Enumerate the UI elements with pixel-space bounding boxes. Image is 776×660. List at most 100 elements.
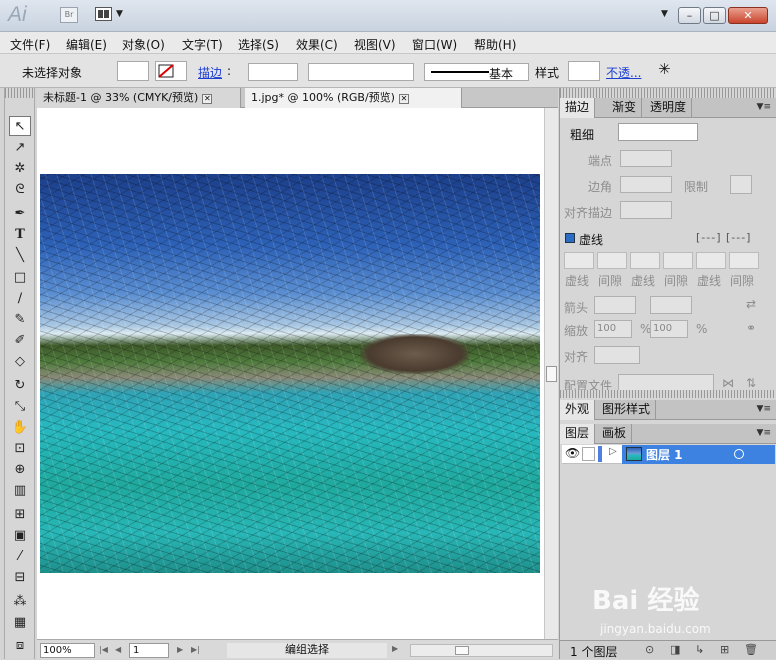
end-arrow-select[interactable] (650, 296, 692, 314)
pen-tool-icon[interactable]: ✒ (9, 204, 31, 224)
panel-menu-icon[interactable]: ▼≡ (757, 428, 771, 438)
limit-field[interactable] (730, 175, 752, 194)
tab-transparency[interactable]: 透明度 (645, 98, 693, 118)
paintbrush-tool-icon[interactable]: ∕ (9, 289, 31, 309)
type-tool-icon[interactable]: T (9, 225, 31, 245)
tab-appearance[interactable]: 外观 (560, 400, 596, 420)
expand-arrow-icon[interactable]: ▷ (609, 446, 617, 457)
close-icon[interactable]: ✕ (202, 94, 213, 104)
first-artboard-icon[interactable]: |◀ (99, 645, 108, 654)
dash-field-1[interactable] (564, 252, 594, 269)
last-artboard-icon[interactable]: ▶| (191, 645, 200, 654)
corner-buttons[interactable] (620, 176, 672, 193)
artboard-tool-icon[interactable]: ⧈ (9, 636, 31, 656)
horizontal-scroll-thumb[interactable] (455, 646, 469, 655)
mesh-tool-icon[interactable]: ⊞ (9, 505, 31, 525)
free-transform-tool-icon[interactable]: ⊡ (9, 439, 31, 459)
arrange-documents-icon[interactable] (95, 7, 112, 21)
delete-layer-icon[interactable]: 🗑 (744, 643, 758, 656)
menu-edit[interactable]: 编辑(E) (66, 36, 107, 53)
gradient-tool-icon[interactable]: ▣ (9, 526, 31, 546)
status-menu[interactable]: 编组选择 (227, 643, 387, 658)
artboard-number-select[interactable]: 1 (129, 643, 169, 658)
layer-name[interactable]: 图层 1 (646, 446, 683, 463)
artboard-canvas[interactable] (37, 108, 544, 639)
tab-gradient[interactable]: 渐变 (607, 98, 643, 118)
locate-object-icon[interactable]: ⊙ (645, 643, 654, 656)
new-sublayer-icon[interactable]: ↳ (695, 643, 704, 656)
menu-help[interactable]: 帮助(H) (474, 36, 516, 53)
scale-tool-icon[interactable]: ⤡ (9, 397, 31, 417)
tab-1-jpg[interactable]: 1.jpg* @ 100% (RGB/预览) ✕ (245, 88, 462, 108)
menu-select[interactable]: 选择(S) (238, 36, 279, 53)
panel-grip[interactable] (560, 88, 776, 98)
next-artboard-icon[interactable]: ▶ (177, 645, 183, 654)
zoom-select[interactable]: 100% (40, 643, 95, 658)
opacity-link[interactable]: 不透... (606, 64, 641, 81)
menu-file[interactable]: 文件(F) (10, 36, 50, 53)
lock-toggle[interactable] (582, 447, 595, 461)
menu-object[interactable]: 对象(O) (122, 36, 165, 53)
dash-align-icons[interactable]: [‐‐‐] [‐‐‐] (696, 231, 751, 244)
line-tool-icon[interactable]: ╲ (9, 246, 31, 266)
brush-definition[interactable]: 基本 (424, 63, 529, 81)
variable-width-profile[interactable] (308, 63, 414, 81)
new-layer-icon[interactable]: ⊞ (720, 643, 729, 656)
close-button[interactable]: ✕ (728, 7, 768, 24)
gap-field-3[interactable] (729, 252, 759, 269)
menu-view[interactable]: 视图(V) (354, 36, 396, 53)
end-scale-field[interactable]: 100 (650, 320, 688, 338)
align-stroke-buttons[interactable] (620, 201, 672, 219)
gap-field-2[interactable] (663, 252, 693, 269)
menu-window[interactable]: 窗口(W) (412, 36, 457, 53)
rectangle-tool-icon[interactable]: □ (9, 268, 31, 288)
clipping-mask-icon[interactable]: ◨ (670, 643, 680, 656)
start-arrow-select[interactable] (594, 296, 636, 314)
lasso-tool-icon[interactable]: ᘓ (9, 180, 31, 200)
maximize-button[interactable]: □ (703, 7, 726, 24)
cap-buttons[interactable] (620, 150, 672, 167)
layer-target-icon[interactable] (734, 449, 744, 459)
tab-artboards[interactable]: 画板 (597, 424, 633, 444)
pencil-tool-icon[interactable]: ✎ (9, 310, 31, 330)
tab-untitled-1[interactable]: 未标题-1 @ 33% (CMYK/预览) ✕ (37, 88, 241, 108)
horizontal-scrollbar[interactable] (410, 644, 553, 657)
tab-graphic-styles[interactable]: 图形样式 (597, 400, 657, 420)
dashed-line-checkbox[interactable] (565, 233, 575, 243)
magic-wand-tool-icon[interactable]: ✲ (9, 159, 31, 179)
blend-tool-icon[interactable]: ⊟ (9, 568, 31, 588)
fill-swatch[interactable] (117, 61, 149, 81)
column-graph-tool-icon[interactable]: ▦ (9, 613, 31, 633)
panel-grip[interactable] (5, 88, 34, 98)
visibility-eye-icon[interactable]: 👁 (565, 446, 580, 460)
style-swatch[interactable] (568, 61, 600, 81)
tab-stroke[interactable]: 描边 (560, 98, 596, 118)
blob-brush-tool-icon[interactable]: ✐ (9, 331, 31, 351)
flip-along-icon[interactable]: ⋈ (722, 376, 734, 390)
direct-selection-tool-icon[interactable]: ↗ (9, 138, 31, 158)
layer-row[interactable]: 👁 ▷ 图层 1 (562, 445, 775, 464)
bridge-button[interactable]: Br (60, 7, 78, 23)
placed-image-artwork[interactable] (40, 174, 540, 573)
minimize-button[interactable]: – (678, 7, 701, 24)
gap-field-1[interactable] (597, 252, 627, 269)
stroke-weight-field[interactable] (248, 63, 298, 81)
stroke-swatch[interactable] (155, 61, 187, 81)
vertical-scrollbar[interactable] (544, 108, 558, 639)
vertical-scroll-thumb[interactable] (546, 366, 557, 382)
rotate-tool-icon[interactable]: ↻ (9, 376, 31, 396)
weight-field[interactable] (618, 123, 698, 141)
symbol-sprayer-tool-icon[interactable]: ⁂ (9, 592, 31, 612)
panel-grip[interactable] (560, 390, 776, 398)
dash-field-3[interactable] (696, 252, 726, 269)
shape-builder-tool-icon[interactable]: ⊕ (9, 460, 31, 480)
workspace-chevron-icon[interactable]: ▼ (661, 9, 668, 19)
menu-effect[interactable]: 效果(C) (296, 36, 338, 53)
menu-type[interactable]: 文字(T) (182, 36, 223, 53)
close-icon[interactable]: ✕ (398, 94, 409, 104)
start-scale-field[interactable]: 100 (594, 320, 632, 338)
graph-tool-icon[interactable]: ▥ (9, 481, 31, 501)
dash-field-2[interactable] (630, 252, 660, 269)
eyedropper-tool-icon[interactable]: ⁄ (9, 547, 31, 567)
eraser-tool-icon[interactable]: ◇ (9, 352, 31, 372)
